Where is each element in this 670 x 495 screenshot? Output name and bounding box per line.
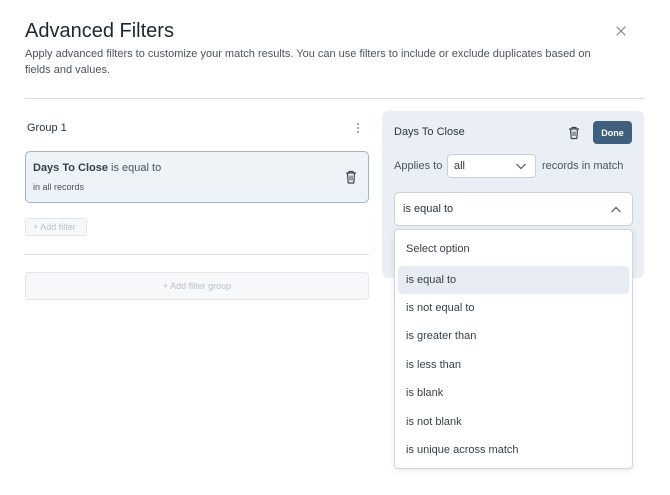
- dropdown-option[interactable]: is equal to: [398, 266, 629, 294]
- dialog-subtitle: Apply advanced filters to customize your…: [25, 48, 591, 76]
- operator-select[interactable]: is equal to: [394, 192, 633, 226]
- filter-summary: Days To Close is equal to: [33, 162, 161, 174]
- close-icon[interactable]: [614, 24, 628, 38]
- operator-value: is equal to: [403, 203, 454, 215]
- dropdown-option[interactable]: is greater than: [398, 322, 629, 350]
- filter-scope: in all records: [33, 182, 85, 192]
- dropdown-option[interactable]: is less than: [398, 351, 629, 379]
- kebab-icon[interactable]: [353, 121, 363, 135]
- filter-card[interactable]: Days To Close is equal to in all records: [25, 151, 369, 203]
- trash-icon[interactable]: [567, 125, 581, 140]
- trash-icon[interactable]: [344, 169, 358, 185]
- applies-to-value: all: [454, 160, 466, 172]
- done-button[interactable]: Done: [593, 121, 632, 144]
- operator-dropdown: Select option is equal to is not equal t…: [394, 229, 633, 469]
- dropdown-option[interactable]: is unique across match: [398, 436, 629, 464]
- add-filter-group-button[interactable]: + Add filter group: [25, 272, 369, 300]
- editor-field-title: Days To Close: [394, 126, 465, 138]
- dropdown-option[interactable]: is not equal to: [398, 294, 629, 322]
- add-filter-button[interactable]: + Add filter: [25, 218, 87, 236]
- filter-operator: is equal to: [108, 162, 162, 174]
- chevron-up-icon: [610, 205, 622, 218]
- records-in-match-label: records in match: [542, 160, 624, 172]
- dropdown-option[interactable]: Select option: [398, 235, 629, 263]
- filter-field: Days To Close: [33, 162, 108, 174]
- group-divider: [25, 254, 369, 255]
- dropdown-option[interactable]: is not blank: [398, 408, 629, 436]
- group-label: Group 1: [27, 122, 67, 134]
- applies-to-label: Applies to: [394, 160, 443, 172]
- header-divider: [25, 98, 645, 99]
- dropdown-option[interactable]: is blank: [398, 379, 629, 407]
- dialog-title: Advanced Filters: [25, 20, 174, 42]
- applies-to-select[interactable]: all: [447, 154, 536, 178]
- chevron-down-icon: [515, 161, 527, 174]
